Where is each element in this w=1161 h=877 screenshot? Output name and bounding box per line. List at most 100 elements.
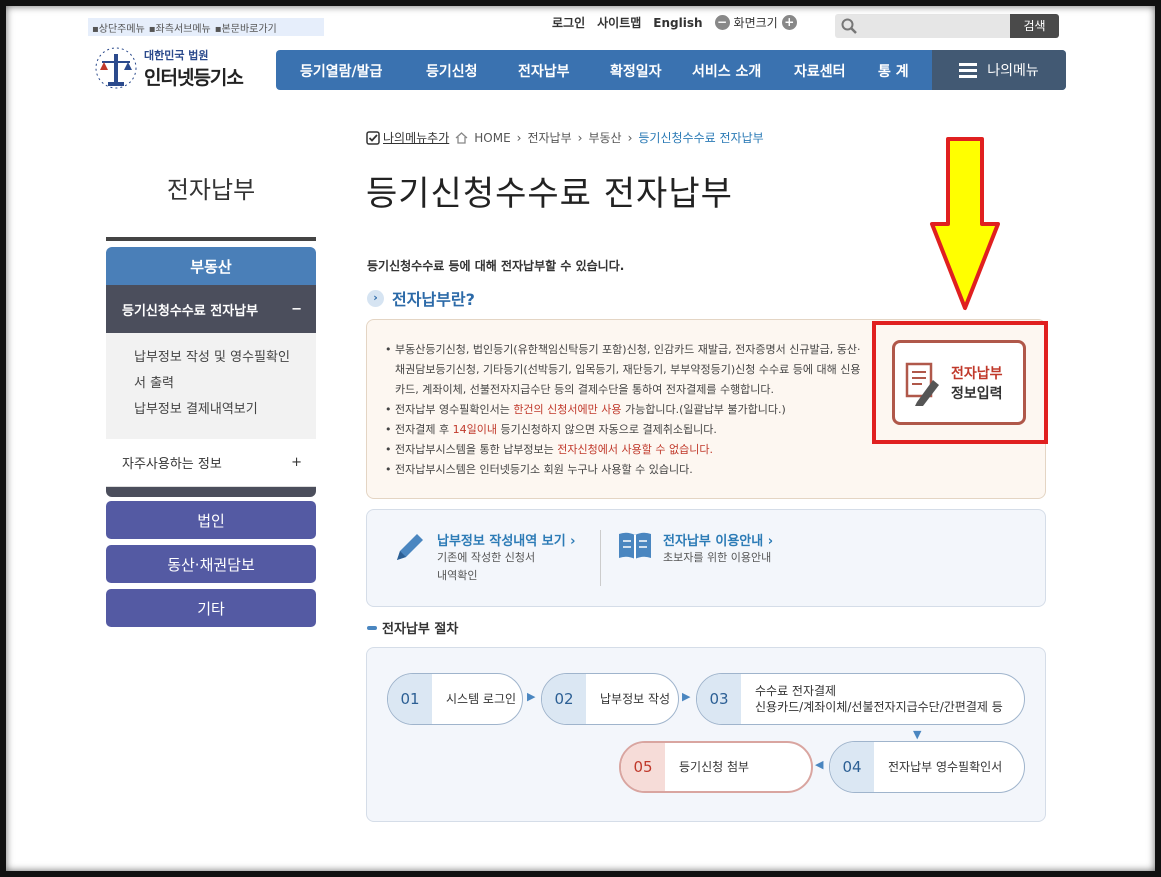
- lnb-title: 전자납부: [166, 176, 256, 204]
- step-label: 등기신청 첨부: [679, 760, 750, 774]
- yellow-arrow-icon: [930, 137, 1000, 310]
- nav-item-fixed-date[interactable]: 확정일자: [610, 61, 662, 81]
- search-bar: 검색: [835, 14, 1059, 38]
- page-title: 등기신청수수료 전자납부: [366, 174, 733, 214]
- bullet-bar-icon: [367, 625, 377, 630]
- info-bullet-3: 전자결제 후 14일이내 등기신청하지 않으면 자동으로 결제취소됩니다.: [385, 420, 867, 440]
- breadcrumb-current: 등기신청수수료 전자납부: [638, 131, 764, 145]
- payment-history-desc-2: 내역확인: [437, 569, 478, 582]
- lnb-divider: [106, 237, 316, 241]
- skip-links: ▪상단주메뉴 ▪좌측서브메뉴 ▪본문바로가기: [88, 18, 324, 36]
- lnb-button-other[interactable]: 기타: [106, 589, 316, 627]
- e-payment-input-button[interactable]: 전자납부 정보입력: [892, 340, 1026, 425]
- info-bullet-4: 전자납부시스템을 통한 납부정보는 전자신청에서 사용할 수 없습니다.: [385, 440, 867, 460]
- usage-guide-desc: 초보자를 위한 이용안내: [663, 551, 772, 564]
- add-my-menu-link[interactable]: 나의메뉴추가: [366, 129, 449, 146]
- lnb-sub-item-history[interactable]: 납부정보 결제내역보기: [134, 397, 306, 423]
- lnb-selected-item[interactable]: 등기신청수수료 전자납부 −: [106, 285, 316, 333]
- arrow-right-icon: ▶: [527, 690, 536, 703]
- search-box: [835, 14, 1010, 38]
- add-my-menu-label: 나의메뉴추가: [383, 131, 450, 145]
- payment-history-link[interactable]: 납부정보 작성내역 보기 › 기존에 작성한 신청서 내역확인: [391, 530, 576, 585]
- english-link[interactable]: English: [653, 16, 702, 30]
- procedure-title-label: 전자납부 절차: [382, 622, 459, 637]
- lnb-button-corporation[interactable]: 법인: [106, 501, 316, 539]
- expand-icon: +: [291, 455, 302, 470]
- search-icon: [841, 18, 857, 34]
- step-01: 01 시스템 로그인: [387, 673, 523, 725]
- breadcrumb-home[interactable]: HOME: [474, 131, 510, 145]
- site-logo[interactable]: 대한민국 법원 인터넷등기소: [92, 44, 244, 92]
- lnb-category-realestate[interactable]: 부동산: [106, 247, 316, 285]
- document-pen-icon: [905, 362, 939, 406]
- my-menu-label: 나의메뉴: [987, 63, 1039, 79]
- skip-link-side-menu[interactable]: ▪좌측서브메뉴: [149, 20, 211, 35]
- nav-item-register-apply[interactable]: 등기신청: [426, 61, 478, 81]
- lnb-sub-item-write[interactable]: 납부정보 작성 및 영수필확인: [134, 345, 306, 371]
- skip-link-top-menu[interactable]: ▪상단주메뉴: [92, 20, 145, 35]
- arrow-left-icon: ◀: [815, 758, 824, 771]
- step-label: 전자납부 영수필확인서: [888, 760, 1003, 774]
- step-04: 04 전자납부 영수필확인서: [829, 741, 1025, 793]
- lnb-frequent-label: 자주사용하는 정보: [122, 457, 222, 472]
- logo-subtitle: 대한민국 법원: [144, 48, 209, 62]
- chevron-right-icon: ›: [367, 289, 384, 307]
- step-label-line1: 수수료 전자결제: [755, 684, 837, 698]
- nav-item-e-payment[interactable]: 전자납부: [518, 61, 570, 81]
- court-emblem-icon: [95, 47, 137, 89]
- zoom-label: 화면크기: [733, 16, 778, 30]
- left-nav: 부동산 등기신청수수료 전자납부 − 납부정보 작성 및 영수필확인 서 출력 …: [106, 247, 316, 497]
- utility-bar: 로그인 사이트맵 English − 화면크기 +: [552, 14, 797, 31]
- info-bullet-1: 부동산등기신청, 법인등기(유한책임신탁등기 포함)신청, 인감카드 재발급, …: [385, 340, 867, 400]
- book-icon: [619, 532, 651, 559]
- breadcrumb-sep: ›: [516, 130, 522, 145]
- step-number: 04: [830, 742, 874, 792]
- zoom-out-button[interactable]: −: [714, 15, 730, 30]
- lnb-frequent-info[interactable]: 자주사용하는 정보 +: [106, 439, 316, 487]
- info-bullet-2: 전자납부 영수필확인서는 한건의 신청서에만 사용 가능합니다.(일괄납부 불가…: [385, 400, 867, 420]
- search-input[interactable]: [863, 19, 1003, 33]
- lnb-selected-label: 등기신청수수료 전자납부: [122, 303, 259, 319]
- step-number: 05: [621, 743, 665, 791]
- procedure-box: 01 시스템 로그인 ▶ 02 납부정보 작성 ▶ 03 수수료 전자결제 신용…: [366, 647, 1046, 822]
- usage-guide-title: 전자납부 이용안내 ›: [663, 534, 774, 549]
- checkbox-icon: [366, 130, 380, 145]
- step-number: 03: [697, 674, 741, 724]
- breadcrumb-realestate[interactable]: 부동산: [588, 129, 621, 146]
- payment-history-title: 납부정보 작성내역 보기 ›: [437, 534, 576, 549]
- step-label: 납부정보 작성: [600, 692, 671, 706]
- lnb-button-movable[interactable]: 동산·채권담보: [106, 545, 316, 583]
- lnb-sub-list: 납부정보 작성 및 영수필확인 서 출력 납부정보 결제내역보기: [106, 333, 316, 439]
- procedure-title: 전자납부 절차: [367, 618, 458, 637]
- step-label: 시스템 로그인: [446, 692, 517, 706]
- skip-link-content[interactable]: ▪본문바로가기: [215, 20, 277, 35]
- nav-item-statistics[interactable]: 통 계: [878, 61, 909, 81]
- info-list: 부동산등기신청, 법인등기(유한책임신탁등기 포함)신청, 인감카드 재발급, …: [385, 340, 867, 480]
- usage-guide-link[interactable]: 전자납부 이용안내 › 초보자를 위한 이용안내: [617, 530, 773, 567]
- step-number: 01: [388, 674, 432, 724]
- lnb-sub-item-write-cont[interactable]: 서 출력: [134, 371, 306, 397]
- main-nav: 등기열람/발급 등기신청 전자납부 확정일자 서비스 소개 자료센터 통 계 나…: [276, 50, 1066, 90]
- info-bullet-5: 전자납부시스템은 인터넷등기소 회원 누구나 사용할 수 있습니다.: [385, 460, 867, 480]
- intro-text: 등기신청수수료 등에 대해 전자납부할 수 있습니다.: [367, 259, 625, 273]
- nav-item-register-view[interactable]: 등기열람/발급: [300, 61, 382, 81]
- search-button[interactable]: 검색: [1010, 14, 1059, 38]
- logo-title: 인터넷등기소: [144, 66, 244, 89]
- pencil-icon: [397, 534, 423, 560]
- nav-item-service[interactable]: 서비스 소개: [692, 61, 761, 81]
- login-link[interactable]: 로그인: [552, 14, 585, 31]
- zoom-in-button[interactable]: +: [781, 15, 797, 30]
- quick-links: 납부정보 작성내역 보기 › 기존에 작성한 신청서 내역확인 전자납부 이용안…: [366, 509, 1046, 607]
- breadcrumb-e-payment[interactable]: 전자납부: [527, 129, 571, 146]
- e-payment-button-line2: 정보입력: [951, 385, 1003, 402]
- my-menu-button[interactable]: 나의메뉴: [932, 50, 1066, 90]
- arrow-right-icon: ▶: [682, 690, 691, 703]
- link-divider: [600, 530, 601, 586]
- sitemap-link[interactable]: 사이트맵: [597, 14, 641, 31]
- breadcrumb: 나의메뉴추가 HOME › 전자납부 › 부동산 › 등기신청수수료 전자납부: [366, 129, 764, 146]
- lnb-footer: [106, 487, 316, 497]
- home-icon: [455, 131, 468, 144]
- nav-item-resources[interactable]: 자료센터: [794, 61, 846, 81]
- hamburger-icon: [959, 63, 978, 78]
- step-label: 수수료 전자결제 신용카드/계좌이체/선불전자지급수단/간편결제 등: [741, 683, 1003, 715]
